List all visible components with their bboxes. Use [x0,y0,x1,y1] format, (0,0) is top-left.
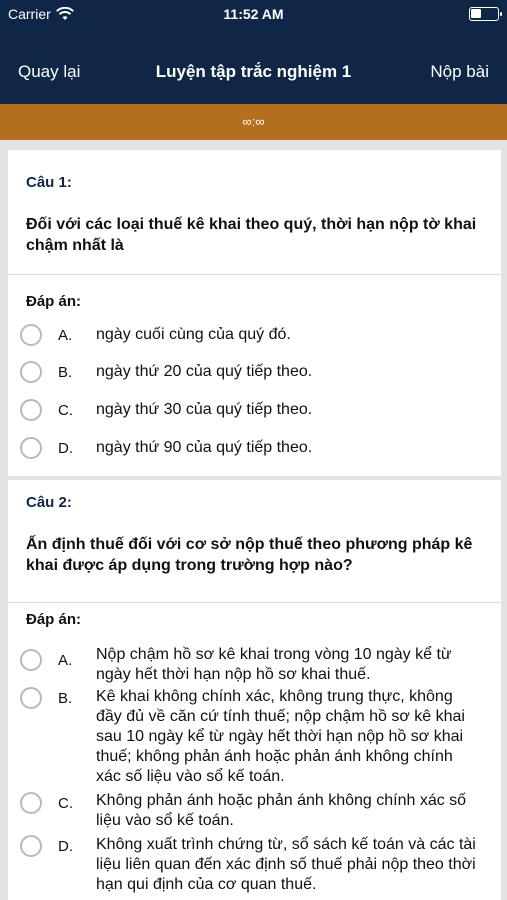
option-a[interactable]: A. Nộp chậm hồ sơ kê khai trong vòng 10 … [20,644,495,684]
option-letter: A. [58,327,73,344]
battery-icon [469,7,502,21]
question-card: Câu 1: Đối với các loại thuế kê khai the… [8,150,501,476]
answer-heading: Đáp án: [26,611,82,628]
question-card: Câu 2: Ấn định thuế đối với cơ sở nộp th… [8,480,501,900]
option-letter: B. [58,364,73,381]
option-text: Không xuất trình chứng từ, sổ sách kế to… [96,836,476,893]
option-text: Không phản ánh hoặc phản ánh không chính… [96,792,467,829]
option-b[interactable]: B. ngày thứ 20 của quý tiếp theo. [20,361,495,389]
radio-icon[interactable] [20,835,42,857]
option-b[interactable]: B. Kê khai không chính xác, không trung … [20,686,495,786]
option-letter: D. [58,440,73,457]
radio-icon[interactable] [20,399,42,421]
option-letter: A. [58,652,73,669]
question-label: Câu 1: [26,174,72,191]
radio-icon[interactable] [20,649,42,671]
radio-icon[interactable] [20,437,42,459]
status-bar: Carrier 11:52 AM [0,0,507,30]
answer-heading: Đáp án: [26,293,82,310]
option-text: ngày thứ 30 của quý tiếp theo. [96,401,313,418]
status-time: 11:52 AM [223,6,284,22]
option-c[interactable]: C. ngày thứ 30 của quý tiếp theo. [20,399,495,427]
option-a[interactable]: A. ngày cuối cùng của quý đó. [20,324,495,352]
nav-bar: Quay lại Luyện tập trắc nghiệm 1 Nộp bài [0,50,507,90]
option-letter: C. [58,795,73,812]
option-text: Kê khai không chính xác, không trung thự… [96,688,465,785]
submit-button[interactable]: Nộp bài [430,62,489,82]
divider [8,274,501,275]
header: Carrier 11:52 AM Quay lại Luyện tập trắc… [0,0,507,104]
option-d[interactable]: D. Không xuất trình chứng từ, sổ sách kế… [20,834,495,898]
question-text: Đối với các loại thuế kê khai theo quý, … [26,216,477,254]
option-text: ngày thứ 20 của quý tiếp theo. [96,363,313,380]
radio-icon[interactable] [20,361,42,383]
question-label: Câu 2: [26,494,72,511]
option-letter: D. [58,838,73,855]
radio-icon[interactable] [20,687,42,709]
option-text: ngày cuối cùng của quý đó. [96,326,291,343]
question-text: Ấn định thuế đối với cơ sở nộp thuế theo… [26,536,473,574]
option-letter: B. [58,690,73,707]
radio-icon[interactable] [20,324,42,346]
option-text: ngày thứ 90 của quý tiếp theo. [96,439,313,456]
option-letter: C. [58,402,73,419]
battery-level [471,9,481,18]
divider [8,602,501,603]
option-text: Nộp chậm hồ sơ kê khai trong vòng 10 ngà… [96,646,452,683]
option-c[interactable]: C. Không phản ánh hoặc phản ánh không ch… [20,790,495,830]
option-d[interactable]: D. ngày thứ 90 của quý tiếp theo. [20,437,495,465]
timer-display: ∞:∞ [0,104,507,140]
question-list[interactable]: Câu 1: Đối với các loại thuế kê khai the… [0,140,507,900]
radio-icon[interactable] [20,792,42,814]
